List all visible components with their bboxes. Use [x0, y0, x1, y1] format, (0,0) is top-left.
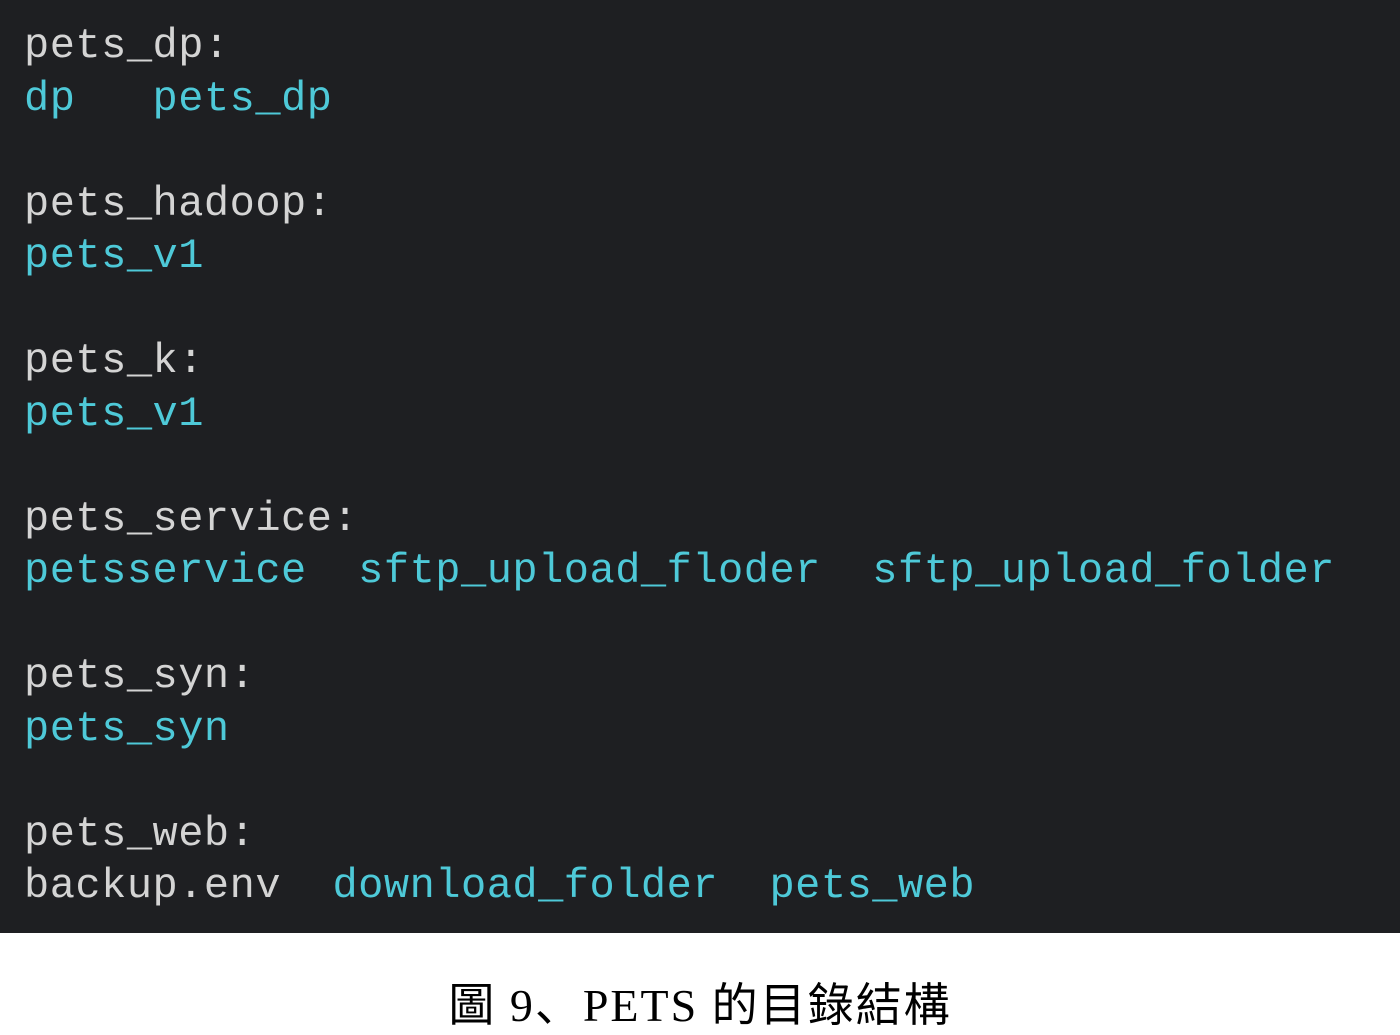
spacer	[75, 75, 152, 123]
dir-entry: sftp_upload_folder	[872, 547, 1335, 595]
dir-entry: pets_syn	[24, 705, 230, 753]
spacer	[821, 547, 872, 595]
figure-caption: 圖 9、PETS 的目錄結構	[0, 933, 1400, 1035]
dir-header: pets_service:	[24, 493, 1376, 546]
dir-header: pets_syn:	[24, 650, 1376, 703]
dir-header: pets_web:	[24, 808, 1376, 861]
spacer	[718, 862, 769, 910]
dir-entries: petsservice sftp_upload_floder sftp_uplo…	[24, 545, 1376, 598]
blank-line	[24, 125, 1376, 178]
dir-entries: pets_v1	[24, 230, 1376, 283]
dir-entry: pets_v1	[24, 390, 204, 438]
terminal-output: pets_dp: dp pets_dp pets_hadoop: pets_v1…	[0, 0, 1400, 933]
dir-entries: pets_v1	[24, 388, 1376, 441]
dir-header: pets_dp:	[24, 20, 1376, 73]
spacer	[281, 862, 332, 910]
blank-line	[24, 598, 1376, 651]
dir-entries: backup.env download_folder pets_web	[24, 860, 1376, 913]
spacer	[307, 547, 358, 595]
blank-line	[24, 440, 1376, 493]
dir-entry: download_folder	[332, 862, 718, 910]
dir-entry: pets_web	[769, 862, 975, 910]
blank-line	[24, 283, 1376, 336]
blank-line	[24, 755, 1376, 808]
dir-entry: petsservice	[24, 547, 307, 595]
dir-header: pets_hadoop:	[24, 178, 1376, 231]
dir-entry: dp	[24, 75, 75, 123]
dir-entry: pets_dp	[153, 75, 333, 123]
dir-entry: pets_v1	[24, 232, 204, 280]
dir-entries: dp pets_dp	[24, 73, 1376, 126]
dir-entries: pets_syn	[24, 703, 1376, 756]
dir-entry: sftp_upload_floder	[358, 547, 821, 595]
dir-header: pets_k:	[24, 335, 1376, 388]
file-entry: backup.env	[24, 862, 281, 910]
